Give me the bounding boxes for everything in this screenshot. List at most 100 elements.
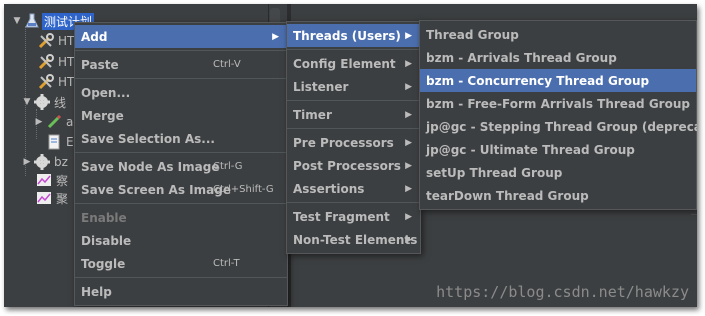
menu-item-label: Listener [293, 79, 349, 94]
menu-item-help[interactable]: Help [75, 280, 287, 303]
tree-node-label: 线 [54, 95, 67, 110]
tree-node-sampler[interactable]: ▶ a [34, 112, 75, 132]
menu-item-timer[interactable]: Timer ▶ [287, 103, 420, 126]
menu-separator [75, 152, 287, 153]
submenu-arrow-icon: ▶ [405, 81, 412, 92]
menu-item-label: Save Node As Image [81, 159, 220, 174]
wrench-icon [38, 54, 54, 70]
menu-shortcut: Ctrl+Shift-G [213, 184, 274, 195]
menu-separator [75, 277, 287, 278]
menu-item-pre-processors[interactable]: Pre Processors ▶ [287, 131, 420, 154]
menu-item-teardown-thread-group[interactable]: tearDown Thread Group [420, 184, 696, 207]
menu-item-bzm-arrivals-thread-group[interactable]: bzm - Arrivals Thread Group [420, 46, 696, 69]
submenu-arrow-icon: ▶ [405, 211, 412, 222]
gear-icon [34, 94, 50, 110]
wrench-icon [38, 33, 54, 49]
tree-node-label: bz [54, 155, 68, 169]
menu-item-listener[interactable]: Listener ▶ [287, 75, 420, 98]
menu-item-label: Paste [81, 57, 119, 72]
menu-item-disable[interactable]: Disable [75, 229, 287, 252]
expand-arrow-icon[interactable]: ▶ [22, 157, 32, 167]
menu-item-label: Non-Test Elements [293, 232, 418, 247]
submenu-arrow-icon: ▶ [405, 109, 412, 120]
menu-item-label: Post Processors [293, 158, 401, 173]
submenu-arrow-icon: ▶ [405, 160, 412, 171]
tree-node-label: 聚 [56, 191, 69, 206]
tree-node-http-request[interactable]: HT [36, 72, 76, 92]
submenu-arrow-icon: ▶ [405, 234, 412, 245]
tree-node-listener[interactable]: 察 [34, 170, 70, 190]
menu-item-thread-group[interactable]: Thread Group [420, 23, 696, 46]
menu-item-save-node-as-image[interactable]: Save Node As Image Ctrl-G [75, 155, 287, 178]
graph-icon [36, 172, 52, 188]
tree-node-http-request[interactable]: HT [36, 31, 76, 51]
expand-arrow-icon[interactable]: ▶ [34, 117, 44, 127]
menu-item-label: bzm - Arrivals Thread Group [426, 50, 617, 65]
collapse-arrow-icon[interactable]: ▼ [22, 97, 32, 107]
menu-item-label: Enable [81, 210, 127, 225]
menu-shortcut: Ctrl-G [213, 161, 243, 172]
menu-item-label: Merge [81, 108, 124, 123]
menu-item-label: bzm - Free-Form Arrivals Thread Group [426, 96, 690, 111]
watermark-text: https://blog.csdn.net/hawkzy [436, 283, 689, 301]
document-icon [46, 134, 62, 150]
tree-node-thread-group[interactable]: ▼ 线 [22, 92, 68, 112]
menu-item-label: Add [81, 29, 108, 44]
menu-separator [287, 202, 420, 203]
menu-item-paste[interactable]: Paste Ctrl-V [75, 53, 287, 76]
menu-item-enable[interactable]: Enable [75, 206, 287, 229]
menu-item-open[interactable]: Open... [75, 81, 287, 104]
menu-shortcut: Ctrl-V [213, 59, 241, 70]
menu-item-bzm-free-form-arrivals-thread-group[interactable]: bzm - Free-Form Arrivals Thread Group [420, 92, 696, 115]
tree-node-bzm-thread-group[interactable]: ▶ bz [22, 152, 70, 172]
menu-shortcut: Ctrl-T [213, 258, 240, 269]
menu-item-jpgc-stepping-thread-group[interactable]: jp@gc - Stepping Thread Group (deprecate… [420, 115, 697, 138]
tree-node-listener[interactable]: 聚 [34, 188, 70, 208]
menu-item-label: Config Element [293, 56, 396, 71]
graph-icon [36, 190, 52, 206]
menu-item-label: Pre Processors [293, 135, 394, 150]
menu-separator [287, 100, 420, 101]
menu-item-label: Thread Group [426, 27, 519, 42]
menu-item-post-processors[interactable]: Post Processors ▶ [287, 154, 420, 177]
pane-line [691, 214, 697, 215]
menu-item-assertions[interactable]: Assertions ▶ [287, 177, 420, 200]
add-submenu: Threads (Users) ▶ Config Element ▶ Liste… [286, 21, 421, 254]
context-menu: Add ▶ Paste Ctrl-V Open... Merge Save Se… [74, 22, 288, 306]
menu-item-label: bzm - Concurrency Thread Group [426, 73, 650, 88]
menu-item-label: Test Fragment [293, 209, 390, 224]
application-window: ▼ 测试计划 HT HT HT ▼ 线 ▶ a E ▶ bz 察 聚 https… [4, 4, 697, 307]
menu-item-save-selection-as[interactable]: Save Selection As... [75, 127, 287, 150]
menu-item-label: Toggle [81, 256, 126, 271]
tree-node-element[interactable]: E [44, 132, 76, 152]
menu-item-bzm-concurrency-thread-group[interactable]: bzm - Concurrency Thread Group [420, 69, 696, 92]
menu-item-label: Timer [293, 107, 332, 122]
collapse-arrow-icon[interactable]: ▼ [12, 16, 22, 26]
tree-node-label: 察 [56, 173, 69, 188]
menu-item-toggle[interactable]: Toggle Ctrl-T [75, 252, 287, 275]
menu-item-label: jp@gc - Ultimate Thread Group [426, 142, 635, 157]
menu-item-save-screen-as-image[interactable]: Save Screen As Image Ctrl+Shift-G [75, 178, 287, 201]
menu-item-merge[interactable]: Merge [75, 104, 287, 127]
wrench-icon [38, 74, 54, 90]
menu-item-label: setUp Thread Group [426, 165, 563, 180]
menu-item-label: Disable [81, 233, 132, 248]
menu-item-setup-thread-group[interactable]: setUp Thread Group [420, 161, 696, 184]
menu-item-test-fragment[interactable]: Test Fragment ▶ [287, 205, 420, 228]
menu-item-label: jp@gc - Stepping Thread Group (deprecate… [426, 119, 697, 134]
menu-item-non-test-elements[interactable]: Non-Test Elements ▶ [287, 228, 420, 251]
menu-separator [75, 50, 287, 51]
submenu-arrow-icon: ▶ [405, 183, 412, 194]
menu-item-config-element[interactable]: Config Element ▶ [287, 52, 420, 75]
submenu-arrow-icon: ▶ [405, 137, 412, 148]
pencil-icon [46, 114, 62, 130]
submenu-arrow-icon: ▶ [272, 31, 279, 42]
menu-item-label: tearDown Thread Group [426, 188, 589, 203]
menu-item-add[interactable]: Add ▶ [75, 25, 287, 48]
menu-item-threads-users[interactable]: Threads (Users) ▶ [287, 24, 420, 47]
gear-icon [34, 154, 50, 170]
menu-item-jpgc-ultimate-thread-group[interactable]: jp@gc - Ultimate Thread Group [420, 138, 696, 161]
menu-item-label: Help [81, 284, 112, 299]
tree-node-http-request[interactable]: HT [36, 52, 76, 72]
threads-submenu: Thread Group bzm - Arrivals Thread Group… [419, 20, 697, 210]
